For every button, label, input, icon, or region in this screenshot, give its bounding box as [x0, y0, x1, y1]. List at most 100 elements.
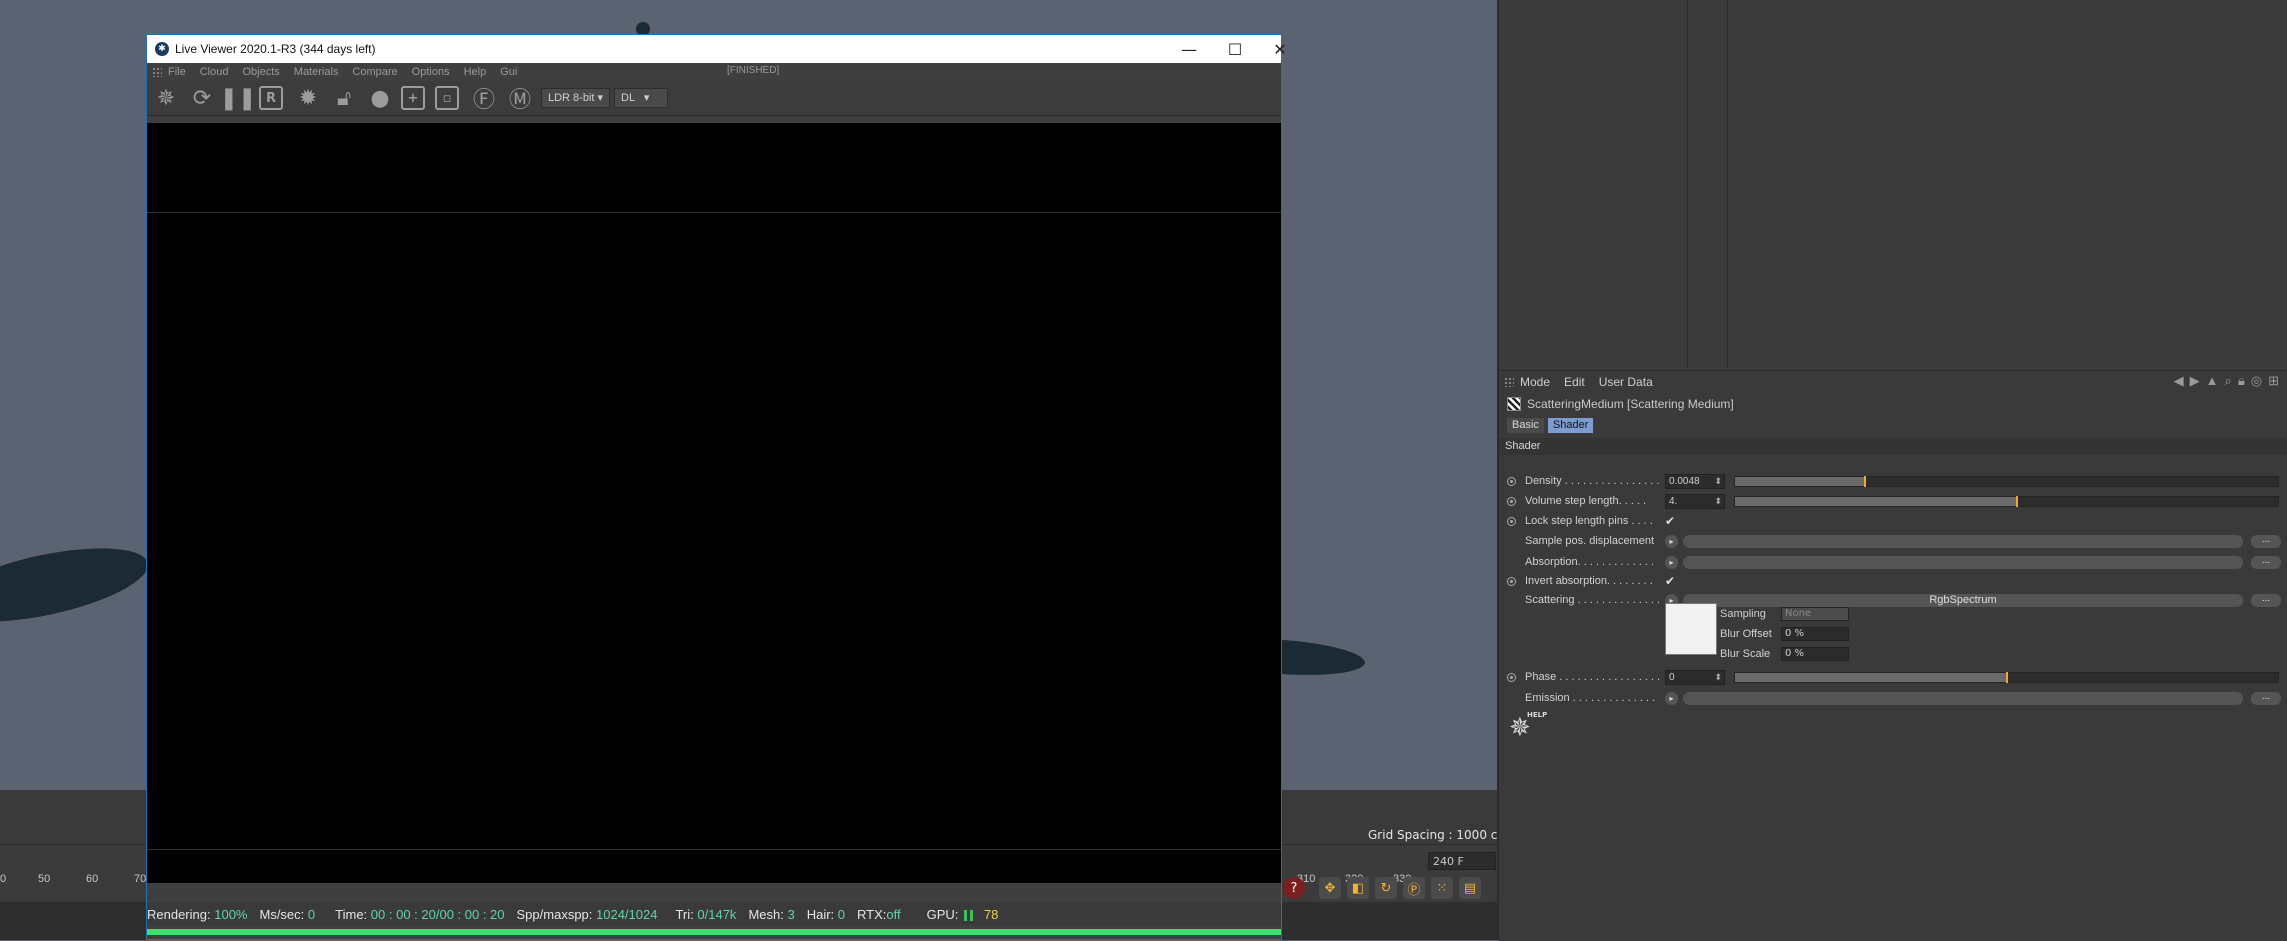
stat-value: 00 : 00 : 20/00 : 00 : 20: [370, 906, 505, 922]
menu-mode[interactable]: Mode: [1520, 375, 1550, 389]
m-pin-icon[interactable]: Ⓜ: [505, 83, 535, 113]
f-pin-icon[interactable]: Ⓕ: [469, 83, 499, 113]
menu-edit[interactable]: Edit: [1564, 375, 1585, 389]
param-label: Volume step length. . . . .: [1525, 495, 1647, 507]
end-frame-field[interactable]: 240 F: [1428, 852, 1496, 870]
stat-label: Tri:: [675, 906, 694, 922]
tab-shader[interactable]: Shader: [1547, 417, 1594, 433]
animate-icon[interactable]: [1507, 517, 1516, 526]
help-icon[interactable]: ?: [1283, 877, 1305, 899]
color-swatch[interactable]: [1665, 603, 1717, 655]
gear-icon[interactable]: ✹: [293, 83, 323, 113]
viewer-toolbar: ✵ ⟳ ❚❚ R ✹ 🔓︎ ● + ▫ Ⓕ Ⓜ LDR 8-bit ▾ DL ▾: [147, 81, 1281, 116]
close-icon[interactable]: ✕: [1257, 35, 1303, 63]
object-manager[interactable]: [1499, 0, 2287, 368]
stat-label: RTX:: [857, 906, 887, 922]
column-divider: [1727, 0, 1728, 368]
object-title: ScatteringMedium [Scattering Medium]: [1527, 397, 1734, 411]
lock-icon[interactable]: 🔒︎: [2238, 373, 2245, 389]
gpu-bar-icon: [964, 909, 968, 921]
slider-knob[interactable]: [1864, 476, 1866, 487]
blur-scale-field[interactable]: 0 %: [1781, 647, 1849, 661]
target-icon[interactable]: ◎: [2251, 373, 2262, 389]
animate-icon[interactable]: [1507, 673, 1516, 682]
shader-arrow-icon[interactable]: ▸: [1665, 692, 1678, 705]
new-panel-icon[interactable]: ⊞: [2268, 373, 2279, 389]
stat-label: Mesh:: [748, 906, 784, 922]
more-button[interactable]: ...: [2251, 594, 2281, 607]
absorption-shader-field[interactable]: [1683, 556, 2243, 569]
volume-step-field[interactable]: 4.: [1665, 494, 1725, 509]
more-button[interactable]: ...: [2251, 535, 2281, 548]
shader-arrow-icon[interactable]: ▸: [1665, 535, 1678, 548]
tab-basic[interactable]: Basic: [1507, 417, 1544, 433]
emission-shader-field[interactable]: [1683, 692, 2243, 705]
grip-icon[interactable]: [1504, 377, 1514, 387]
grid-icon[interactable]: ⁙: [1431, 877, 1453, 899]
back-arrow-icon[interactable]: ◀: [2174, 373, 2184, 389]
more-button[interactable]: ...: [2251, 556, 2281, 569]
slider-knob[interactable]: [2006, 672, 2008, 683]
menu-help[interactable]: Help: [464, 66, 487, 78]
menu-options[interactable]: Options: [412, 66, 450, 78]
search-icon[interactable]: ⌕: [2225, 373, 2232, 389]
blur-offset-field[interactable]: 0 %: [1781, 627, 1849, 641]
r-icon[interactable]: R: [259, 86, 283, 110]
spp-stat: Spp/maxspp: 1024/1024: [517, 907, 658, 922]
hair-stat: Hair: 0: [807, 907, 845, 922]
scale-icon[interactable]: ◧: [1347, 877, 1369, 899]
bit-depth-select[interactable]: LDR 8-bit ▾: [541, 88, 611, 108]
density-field[interactable]: 0.0048: [1665, 474, 1725, 489]
animate-icon[interactable]: [1507, 577, 1516, 586]
kernel-select[interactable]: DL ▾: [614, 88, 669, 108]
shader-arrow-icon[interactable]: ▸: [1665, 556, 1678, 569]
p-key-icon[interactable]: Ⓟ: [1403, 877, 1425, 899]
refresh-icon[interactable]: ⟳: [187, 83, 217, 113]
pause-icon[interactable]: ❚❚: [220, 83, 257, 113]
maximize-icon[interactable]: ☐: [1212, 35, 1258, 63]
phase-slider[interactable]: [1734, 672, 2279, 683]
slider-knob[interactable]: [2016, 496, 2018, 507]
minimize-icon[interactable]: —: [1166, 35, 1212, 63]
more-button[interactable]: ...: [2251, 692, 2281, 705]
unlock-icon[interactable]: 🔓︎: [329, 83, 359, 113]
film-icon[interactable]: ▤: [1459, 877, 1481, 899]
stat-value: 0: [837, 906, 846, 922]
grip-icon[interactable]: [152, 67, 162, 77]
animate-icon[interactable]: [1507, 477, 1516, 486]
window-titlebar[interactable]: ✱ Live Viewer 2020.1-R3 (344 days left) …: [147, 35, 1287, 63]
volume-step-slider[interactable]: [1734, 496, 2279, 507]
render-canvas[interactable]: [147, 123, 1281, 883]
region-guide: [147, 849, 1281, 850]
sampling-select[interactable]: None: [1781, 607, 1849, 621]
invert-absorption-checkbox[interactable]: ✔: [1665, 574, 1675, 588]
gpu-stat: GPU: 78: [927, 907, 999, 922]
menu-gui[interactable]: Gui: [500, 66, 517, 78]
gpu-bar-icon: [970, 909, 974, 921]
octane-logo-icon[interactable]: ✵: [151, 83, 181, 113]
lock-step-checkbox[interactable]: ✔: [1665, 514, 1675, 528]
up-arrow-icon[interactable]: ▲: [2206, 373, 2219, 389]
rotate-icon[interactable]: ↻: [1375, 877, 1397, 899]
region-icon[interactable]: +: [401, 86, 425, 110]
density-slider[interactable]: [1734, 476, 2279, 487]
scattering-shader-field[interactable]: RgbSpectrum: [1683, 594, 2243, 607]
menu-materials[interactable]: Materials: [294, 66, 339, 78]
tri-stat: Tri: 0/147k: [675, 907, 736, 922]
checker-material-icon: [1507, 397, 1521, 411]
stat-value: 0/147k: [697, 906, 737, 922]
menu-file[interactable]: File: [168, 66, 186, 78]
menu-user-data[interactable]: User Data: [1599, 375, 1653, 389]
sphere-icon[interactable]: ●: [365, 83, 395, 113]
menu-compare[interactable]: Compare: [352, 66, 397, 78]
move-icon[interactable]: ✥: [1319, 877, 1341, 899]
menu-cloud[interactable]: Cloud: [200, 66, 229, 78]
phase-field[interactable]: 0: [1665, 670, 1725, 685]
menu-objects[interactable]: Objects: [242, 66, 279, 78]
slider-fill: [1735, 477, 1865, 486]
attribute-menubar: Mode Edit User Data ◀ ▶ ▲ ⌕ 🔒︎ ◎ ⊞: [1499, 371, 2287, 393]
sample-pos-shader-field[interactable]: [1683, 535, 2243, 548]
focus-region-icon[interactable]: ▫: [435, 86, 459, 110]
animate-icon[interactable]: [1507, 497, 1516, 506]
forward-arrow-icon[interactable]: ▶: [2190, 373, 2200, 389]
